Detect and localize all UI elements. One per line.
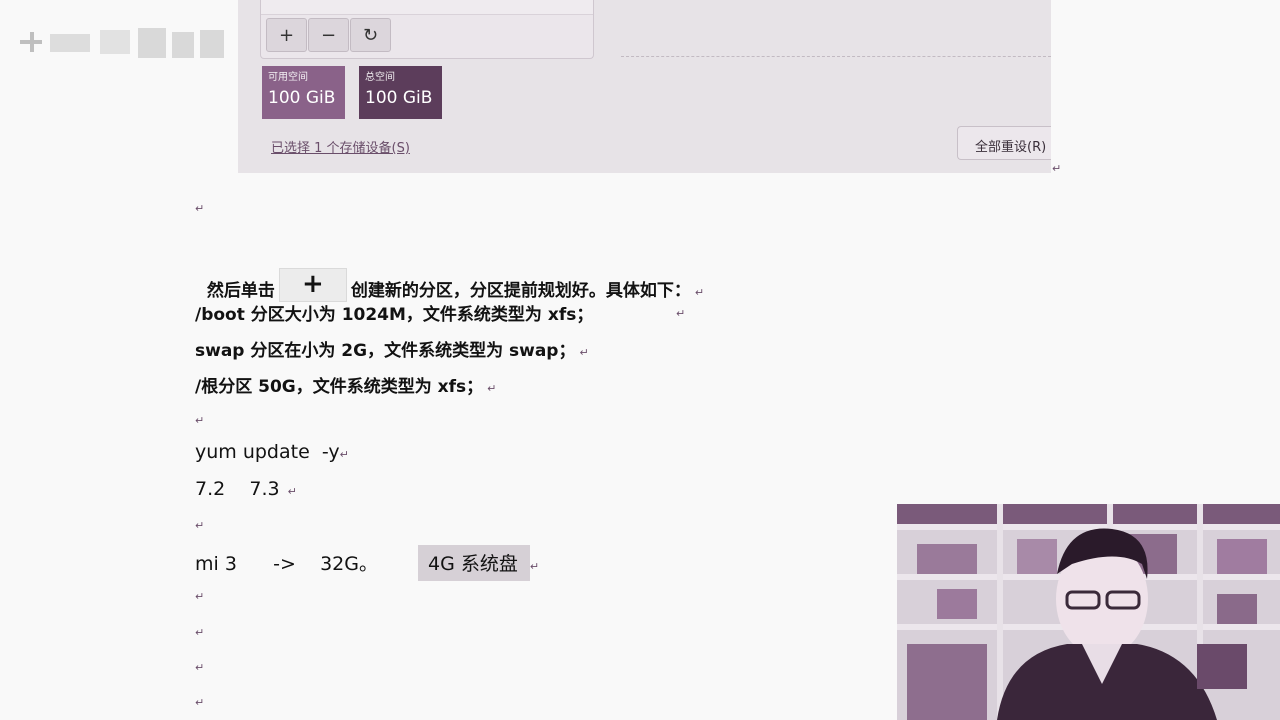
paragraph-mark: ↵ [195, 696, 205, 709]
paragraph-mark: ↵ [195, 661, 205, 674]
paragraph-mark: ↵ [529, 560, 540, 573]
installer-screenshot: + − ↻ 可用空间 100 GiB 总空间 100 GiB 已选择 1 个存储… [238, 0, 1051, 173]
remove-partition-button[interactable]: − [308, 18, 349, 52]
paragraph-mark: ↵ [694, 286, 705, 299]
available-space-card: 可用空间 100 GiB [262, 66, 345, 119]
total-space-label: 总空间 [365, 72, 395, 83]
paragraph-mark: ↵ [487, 382, 497, 395]
paragraph-mark: ↵ [287, 485, 297, 498]
paragraph-mark: ↵ [579, 346, 589, 359]
available-space-value: 100 GiB [268, 88, 336, 108]
system-disk-highlight: 4G 系统盘 [418, 545, 530, 581]
paragraph-mark: ↵ [1052, 162, 1062, 175]
paragraph-mark: ↵ [195, 414, 205, 427]
refresh-icon: ↻ [362, 24, 379, 46]
mi-line: mi 3 -> 32G。 4G 系统盘 ↵ [195, 545, 539, 581]
partition-details-border [621, 56, 1051, 57]
version-text: 7.2 7.3 [195, 478, 280, 500]
instruction-before: 然后单击 [206, 281, 275, 301]
yum-command-line: yum update -y↵ [195, 441, 349, 463]
paragraph-mark: ↵ [195, 202, 205, 215]
yum-command-text: yum update -y [195, 441, 340, 463]
instruction-after: 创建新的分区，分区提前规划好。具体如下： [350, 281, 691, 301]
minus-icon: − [320, 24, 337, 46]
plus-icon: + [301, 269, 324, 299]
paragraph-mark: ↵ [195, 519, 205, 532]
total-space-card: 总空间 100 GiB [359, 66, 442, 119]
boot-partition-line: /boot 分区大小为 1024M，文件系统类型为 xfs； [195, 300, 593, 325]
paragraph-mark: ↵ [195, 590, 205, 603]
logo-watermark [20, 28, 224, 58]
mi-text: mi 3 -> 32G。 [195, 553, 378, 575]
add-partition-button[interactable]: + [266, 18, 307, 52]
paragraph-mark: ↵ [339, 448, 349, 461]
plus-button-image: + [278, 268, 347, 302]
presenter-video [897, 504, 1280, 720]
refresh-button[interactable]: ↻ [350, 18, 391, 52]
swap-partition-text: swap 分区在小为 2G，文件系统类型为 swap； [195, 341, 576, 361]
boot-partition-text: /boot 分区大小为 1024M，文件系统类型为 xfs； [195, 305, 594, 325]
paragraph-mark: ↵ [195, 626, 205, 639]
version-line: 7.2 7.3 ↵ [195, 478, 297, 500]
available-space-label: 可用空间 [268, 72, 308, 83]
reset-all-button[interactable]: 全部重设(R) [957, 126, 1051, 160]
plus-icon: + [278, 24, 295, 46]
webcam-overlay [897, 504, 1280, 720]
root-partition-line: /根分区 50G，文件系统类型为 xfs； ↵ [195, 372, 496, 397]
root-partition-text: /根分区 50G，文件系统类型为 xfs； [195, 377, 484, 397]
total-space-value: 100 GiB [365, 88, 433, 108]
swap-partition-line: swap 分区在小为 2G，文件系统类型为 swap； ↵ [195, 336, 589, 361]
paragraph-mark: ↵ [676, 307, 686, 320]
selected-devices-link[interactable]: 已选择 1 个存储设备(S) [271, 137, 410, 156]
